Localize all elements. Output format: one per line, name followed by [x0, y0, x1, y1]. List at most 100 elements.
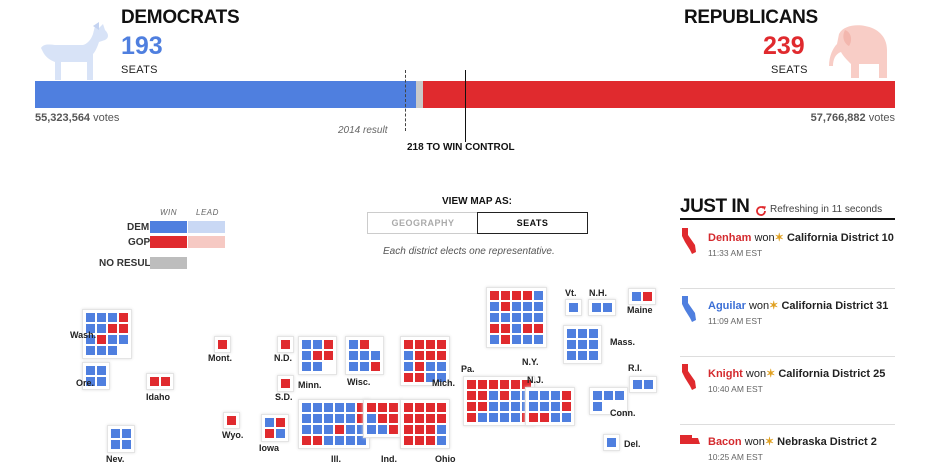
district-seat[interactable] — [467, 391, 476, 400]
state-block-nev[interactable] — [108, 426, 134, 452]
district-seat[interactable] — [540, 413, 549, 422]
district-seat[interactable] — [490, 302, 499, 311]
district-seat[interactable] — [389, 403, 398, 412]
district-seat[interactable] — [161, 377, 170, 386]
district-seat[interactable] — [150, 377, 159, 386]
district-seat[interactable] — [523, 302, 532, 311]
district-seat[interactable] — [415, 436, 424, 445]
district-seat[interactable] — [108, 335, 117, 344]
district-seat[interactable] — [349, 351, 358, 360]
district-seat[interactable] — [360, 362, 369, 371]
district-seat[interactable] — [335, 425, 344, 434]
district-seat[interactable] — [501, 291, 510, 300]
district-seat[interactable] — [346, 425, 355, 434]
district-seat[interactable] — [534, 291, 543, 300]
district-seat[interactable] — [265, 429, 274, 438]
district-seat[interactable] — [489, 391, 498, 400]
state-block-iowa[interactable] — [262, 415, 288, 441]
district-seat[interactable] — [302, 403, 311, 412]
district-seat[interactable] — [511, 413, 520, 422]
district-seat[interactable] — [501, 324, 510, 333]
district-seat[interactable] — [523, 313, 532, 322]
just-in-item[interactable]: Bacon won✶ Nebraska District 2 10:25 AM E… — [708, 434, 898, 462]
district-seat[interactable] — [490, 291, 499, 300]
district-seat[interactable] — [567, 340, 576, 349]
district-seat[interactable] — [313, 362, 322, 371]
district-seat[interactable] — [589, 329, 598, 338]
district-seat[interactable] — [523, 335, 532, 344]
district-seat[interactable] — [281, 379, 290, 388]
district-seat[interactable] — [512, 335, 521, 344]
district-seat[interactable] — [111, 429, 120, 438]
district-seat[interactable] — [218, 340, 227, 349]
district-seat[interactable] — [313, 436, 322, 445]
district-seat[interactable] — [415, 414, 424, 423]
district-seat[interactable] — [593, 402, 602, 411]
district-seat[interactable] — [415, 425, 424, 434]
candidate-name[interactable]: Aguilar — [708, 300, 746, 312]
district-seat[interactable] — [478, 380, 487, 389]
district-seat[interactable] — [97, 324, 106, 333]
district-seat[interactable] — [490, 313, 499, 322]
district-seat[interactable] — [426, 414, 435, 423]
district-seat[interactable] — [404, 425, 413, 434]
district-seat[interactable] — [111, 440, 120, 449]
district-seat[interactable] — [551, 402, 560, 411]
district-seat[interactable] — [489, 402, 498, 411]
district-name[interactable]: Nebraska District 2 — [777, 436, 877, 448]
seats-toggle[interactable]: SEATS — [477, 212, 588, 234]
district-seat[interactable] — [276, 429, 285, 438]
district-seat[interactable] — [437, 362, 446, 371]
state-block-sd[interactable] — [278, 376, 293, 391]
district-seat[interactable] — [569, 303, 578, 312]
district-seat[interactable] — [489, 380, 498, 389]
district-seat[interactable] — [437, 351, 446, 360]
district-seat[interactable] — [119, 335, 128, 344]
district-seat[interactable] — [437, 403, 446, 412]
state-block-ri[interactable] — [630, 377, 656, 392]
district-seat[interactable] — [511, 402, 520, 411]
district-seat[interactable] — [404, 414, 413, 423]
district-seat[interactable] — [578, 329, 587, 338]
district-seat[interactable] — [540, 391, 549, 400]
state-block-nd[interactable] — [278, 337, 293, 352]
district-seat[interactable] — [335, 414, 344, 423]
district-seat[interactable] — [490, 335, 499, 344]
district-seat[interactable] — [593, 391, 602, 400]
just-in-item[interactable]: Aguilar won✶ California District 31 11:09… — [708, 298, 898, 326]
district-seat[interactable] — [467, 402, 476, 411]
candidate-name[interactable]: Denham — [708, 232, 751, 244]
state-block-pa[interactable] — [464, 377, 534, 425]
district-seat[interactable] — [371, 362, 380, 371]
state-block-nh[interactable] — [589, 300, 615, 315]
district-seat[interactable] — [281, 340, 290, 349]
district-seat[interactable] — [426, 436, 435, 445]
district-seat[interactable] — [108, 313, 117, 322]
district-seat[interactable] — [378, 425, 387, 434]
district-seat[interactable] — [357, 436, 366, 445]
district-seat[interactable] — [426, 425, 435, 434]
state-block-vt[interactable] — [566, 300, 581, 315]
district-seat[interactable] — [426, 403, 435, 412]
district-seat[interactable] — [404, 351, 413, 360]
district-seat[interactable] — [500, 402, 509, 411]
district-seat[interactable] — [511, 380, 520, 389]
district-seat[interactable] — [607, 438, 616, 447]
district-seat[interactable] — [349, 362, 358, 371]
district-seat[interactable] — [415, 403, 424, 412]
district-seat[interactable] — [389, 425, 398, 434]
district-seat[interactable] — [404, 403, 413, 412]
district-seat[interactable] — [313, 403, 322, 412]
district-seat[interactable] — [119, 324, 128, 333]
district-seat[interactable] — [324, 414, 333, 423]
district-seat[interactable] — [512, 313, 521, 322]
district-seat[interactable] — [562, 402, 571, 411]
district-seat[interactable] — [512, 302, 521, 311]
district-seat[interactable] — [615, 391, 624, 400]
district-seat[interactable] — [632, 292, 641, 301]
district-seat[interactable] — [122, 440, 131, 449]
state-block-nj[interactable] — [526, 388, 574, 425]
district-seat[interactable] — [313, 425, 322, 434]
district-seat[interactable] — [500, 380, 509, 389]
district-seat[interactable] — [97, 335, 106, 344]
